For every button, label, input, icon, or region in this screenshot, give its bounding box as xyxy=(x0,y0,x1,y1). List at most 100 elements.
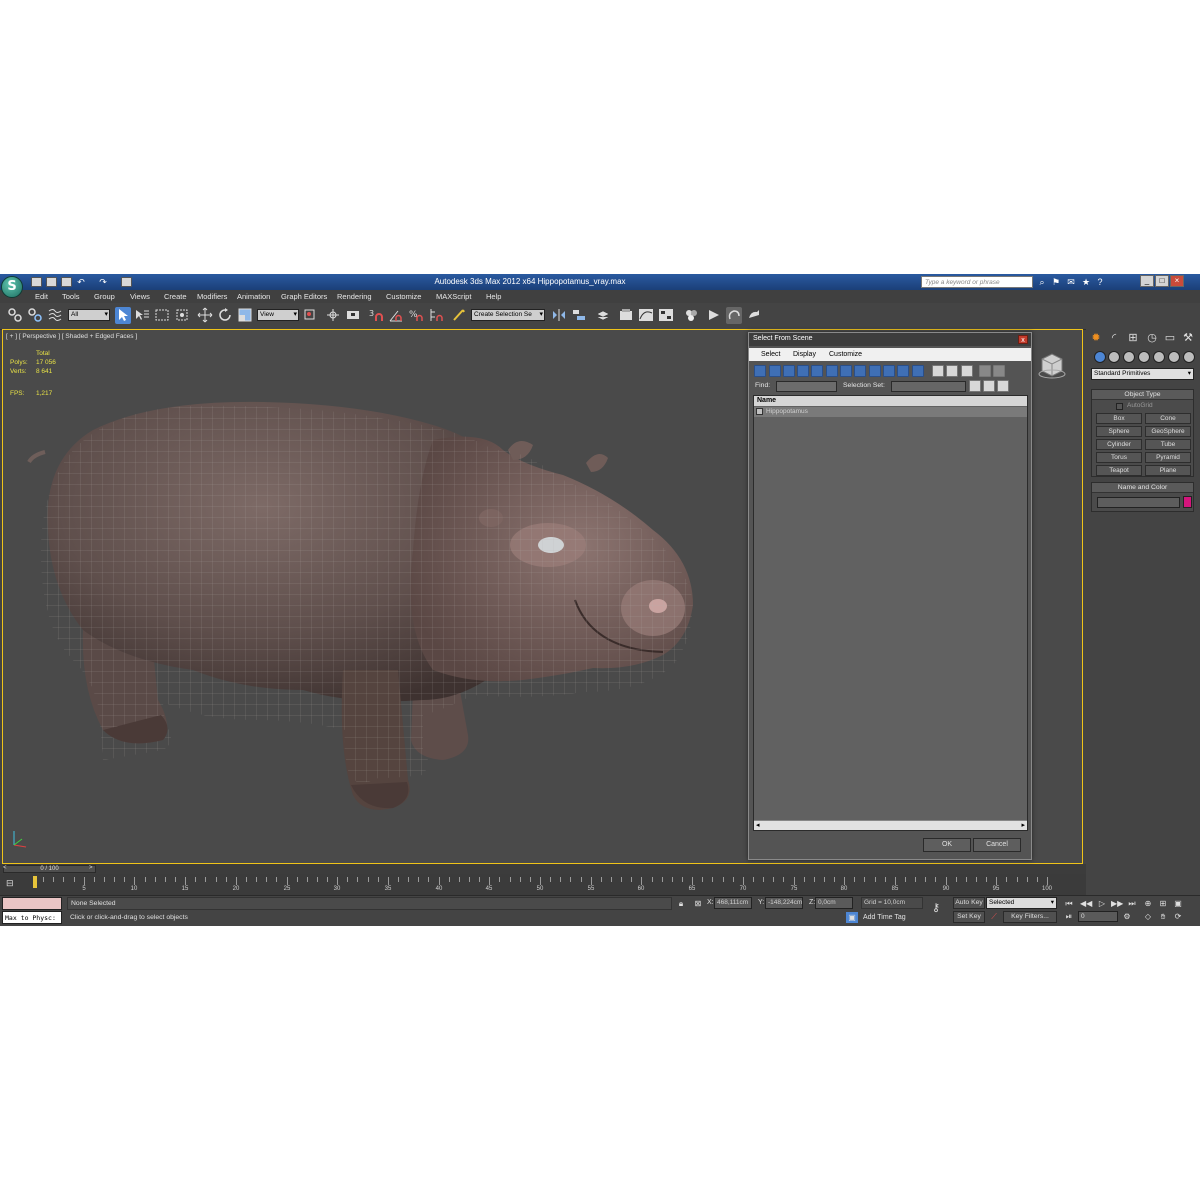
menu-modifiers[interactable]: Modifiers xyxy=(197,292,227,301)
name-and-color-title[interactable]: Name and Color xyxy=(1092,483,1193,493)
application-menu-button[interactable]: S xyxy=(1,276,23,298)
menu-maxscript[interactable]: MAXScript xyxy=(436,292,471,301)
project-folder-icon[interactable] xyxy=(121,277,132,287)
save-file-icon[interactable] xyxy=(61,277,72,287)
window-crossing-icon[interactable] xyxy=(174,307,190,324)
maxscript-mini-listener-input[interactable]: Max to Physc: xyxy=(2,911,62,924)
close-window-button[interactable]: × xyxy=(1170,275,1184,287)
field-of-view-icon[interactable]: ◇ xyxy=(1142,911,1154,922)
select-object-icon[interactable] xyxy=(115,307,131,324)
communication-center-icon[interactable]: ✉ xyxy=(1066,277,1076,287)
display-space-warps-icon[interactable] xyxy=(826,365,838,377)
schematic-view-icon[interactable] xyxy=(658,307,674,324)
key-filters-button[interactable]: Key Filters... xyxy=(1003,911,1057,923)
select-and-rotate-icon[interactable] xyxy=(217,307,233,324)
rectangular-selection-region-icon[interactable] xyxy=(154,307,170,324)
favorites-star-icon[interactable]: ★ xyxy=(1081,277,1091,287)
teapot-button[interactable]: Teapot xyxy=(1096,465,1142,476)
cylinder-button[interactable]: Cylinder xyxy=(1096,439,1142,450)
spinner-snap-toggle-icon[interactable] xyxy=(428,307,444,324)
help-icon[interactable]: ? xyxy=(1095,277,1105,287)
named-selection-sets-dropdown[interactable]: Create Selection Se xyxy=(471,309,545,321)
motion-tab-icon[interactable]: ◷ xyxy=(1145,331,1159,345)
select-invert-icon[interactable] xyxy=(961,365,973,377)
use-pivot-point-center-icon[interactable] xyxy=(302,307,318,324)
cancel-button[interactable]: Cancel xyxy=(973,838,1021,852)
display-frozen-icon[interactable] xyxy=(897,365,909,377)
add-time-tag-label[interactable]: Add Time Tag xyxy=(863,914,906,921)
systems-category-icon[interactable] xyxy=(1183,351,1195,363)
select-and-scale-icon[interactable] xyxy=(237,307,253,324)
set-key-mode-icon[interactable]: ⚷ xyxy=(930,903,942,914)
percent-snap-toggle-icon[interactable]: % xyxy=(408,307,424,324)
list-item[interactable]: Hippopotamus xyxy=(754,407,1027,417)
box-button[interactable]: Box xyxy=(1096,413,1142,424)
absolute-mode-transform-icon[interactable]: ⊠ xyxy=(692,898,704,909)
torus-button[interactable]: Torus xyxy=(1096,452,1142,463)
zoom-extents-icon[interactable]: ▣ xyxy=(1172,898,1184,909)
snaps-toggle-icon[interactable]: 3 xyxy=(368,307,384,324)
graphite-modeling-tools-icon[interactable] xyxy=(618,307,634,324)
y-coordinate-field[interactable]: -148,224cm xyxy=(765,897,803,909)
binoculars-icon[interactable]: ⌕ xyxy=(1037,277,1047,287)
select-all-icon[interactable] xyxy=(932,365,944,377)
redo-icon[interactable]: ↷ xyxy=(98,277,108,287)
display-containers-icon[interactable] xyxy=(883,365,895,377)
current-frame-marker[interactable] xyxy=(33,876,37,888)
selection-set-highlight-icon[interactable] xyxy=(997,380,1009,392)
material-editor-icon[interactable] xyxy=(683,307,699,324)
auto-key-button[interactable]: Auto Key xyxy=(953,897,985,909)
object-name-field[interactable] xyxy=(1097,497,1180,508)
display-cameras-icon[interactable] xyxy=(797,365,809,377)
next-key-icon[interactable]: ▶▶ xyxy=(1111,898,1123,909)
align-icon[interactable] xyxy=(571,307,587,324)
geosphere-button[interactable]: GeoSphere xyxy=(1145,426,1191,437)
set-keys-icon[interactable]: ⟋ xyxy=(988,911,1000,922)
autogrid-checkbox[interactable] xyxy=(1116,403,1123,410)
rendered-frame-window-icon[interactable] xyxy=(726,307,742,324)
find-input[interactable] xyxy=(776,381,837,392)
go-to-end-icon[interactable]: ⏭ xyxy=(1126,898,1138,909)
display-helpers-icon[interactable] xyxy=(811,365,823,377)
lights-category-icon[interactable] xyxy=(1123,351,1135,363)
new-file-icon[interactable] xyxy=(31,277,42,287)
selection-set-dropdown[interactable] xyxy=(891,381,966,392)
space-warps-category-icon[interactable] xyxy=(1168,351,1180,363)
x-coordinate-field[interactable]: 468,111cm xyxy=(714,897,752,909)
object-category-dropdown[interactable]: Standard Primitives xyxy=(1091,368,1194,380)
selection-filter-dropdown[interactable]: All xyxy=(68,309,110,321)
hierarchy-tab-icon[interactable]: ⊞ xyxy=(1126,331,1140,345)
menu-customize[interactable]: Customize xyxy=(386,292,421,301)
object-type-title[interactable]: Object Type xyxy=(1092,390,1193,400)
tube-button[interactable]: Tube xyxy=(1145,439,1191,450)
time-tag-icon[interactable]: ▣ xyxy=(846,912,858,923)
dialog-menu-select[interactable]: Select xyxy=(761,351,780,358)
select-and-manipulate-icon[interactable] xyxy=(325,307,341,324)
filter-icon[interactable] xyxy=(979,365,991,377)
render-setup-icon[interactable] xyxy=(706,307,722,324)
track-bar[interactable]: ⊟ 5 10 15 20 25 30 35 40 45 50 55 60 65 70 75 80 85 90 95 1… xyxy=(0,874,1086,895)
filter-options-icon[interactable] xyxy=(993,365,1005,377)
display-bones-icon[interactable] xyxy=(869,365,881,377)
mirror-icon[interactable] xyxy=(551,307,567,324)
orbit-icon[interactable]: ⟳ xyxy=(1172,911,1184,922)
scroll-left-icon[interactable]: ◂ xyxy=(756,821,760,829)
utilities-tab-icon[interactable]: ⚒ xyxy=(1181,331,1195,345)
sphere-button[interactable]: Sphere xyxy=(1096,426,1142,437)
scene-object-list[interactable]: Name Hippopotamus ◂ ▸ xyxy=(753,395,1028,831)
track-ruler[interactable]: 5 10 15 20 25 30 35 40 45 50 55 60 65 70 75 80 85 90 95 100 xyxy=(33,877,1059,893)
z-coordinate-field[interactable]: 0,0cm xyxy=(815,897,853,909)
display-geometry-icon[interactable] xyxy=(754,365,766,377)
angle-snap-toggle-icon[interactable] xyxy=(388,307,404,324)
mini-curve-editor-icon[interactable]: ⊟ xyxy=(6,878,18,889)
render-production-icon[interactable] xyxy=(746,307,762,324)
bind-to-space-warp-icon[interactable] xyxy=(47,307,63,324)
menu-create[interactable]: Create xyxy=(164,292,187,301)
zoom-all-icon[interactable]: ⊞ xyxy=(1157,898,1169,909)
scroll-right-icon[interactable]: ▸ xyxy=(1021,821,1025,829)
selection-set-add-icon[interactable] xyxy=(969,380,981,392)
edit-named-selection-sets-icon[interactable] xyxy=(451,307,467,324)
selection-lock-icon[interactable]: 🔒︎ xyxy=(675,898,687,909)
display-groups-icon[interactable] xyxy=(840,365,852,377)
menu-graph-editors[interactable]: Graph Editors xyxy=(281,292,327,301)
